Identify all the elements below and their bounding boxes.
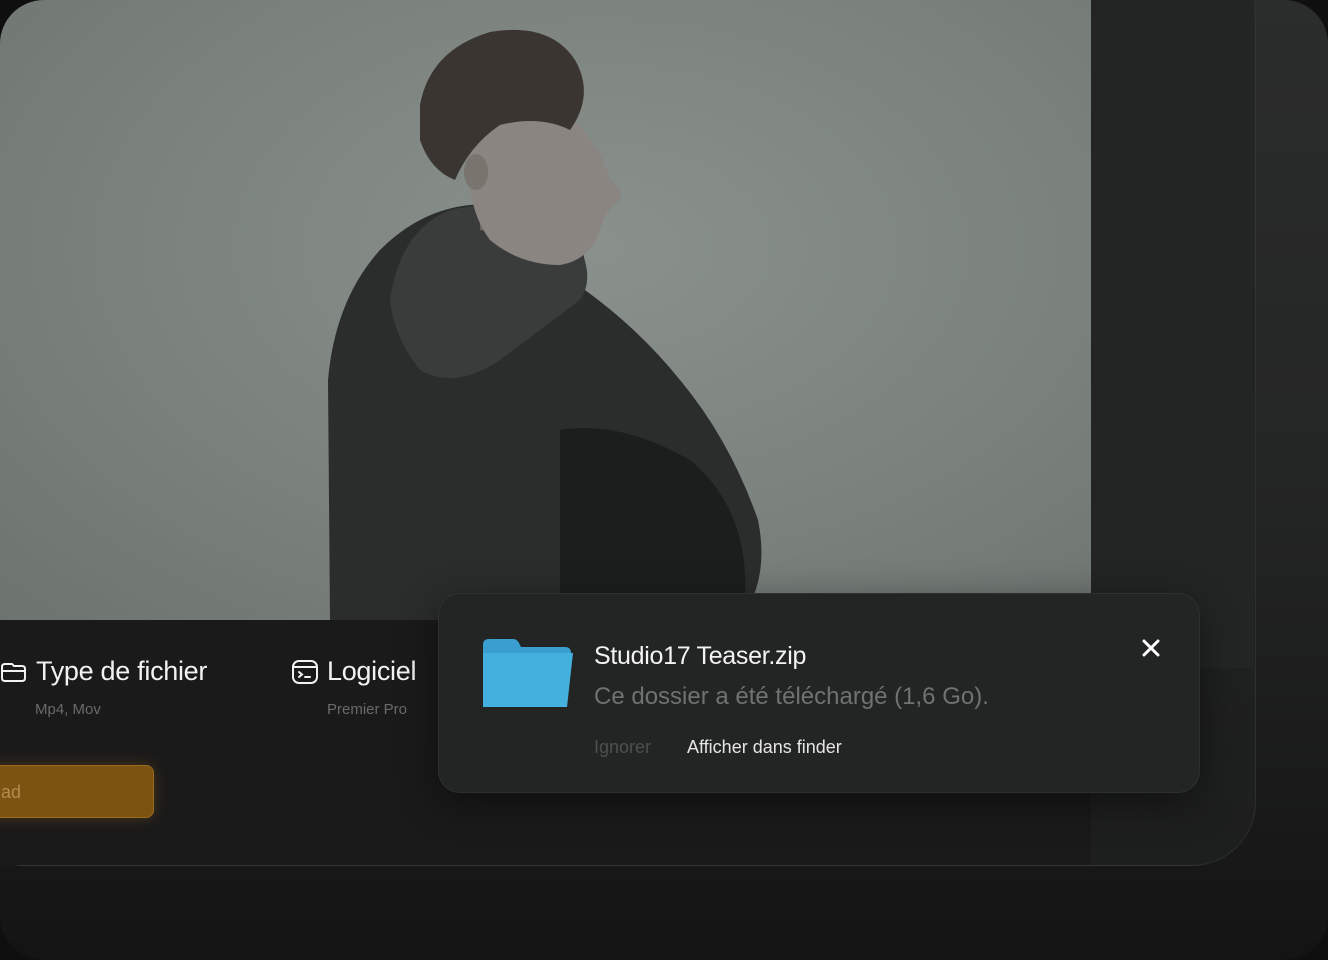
file-stack-icon: [0, 658, 28, 686]
folder-icon: [483, 639, 573, 707]
file-type-block: Type de fichier Mp4, Mov: [0, 656, 207, 718]
file-type-title: Type de fichier: [36, 656, 208, 686]
show-in-finder-button[interactable]: Afficher dans finder: [687, 737, 842, 758]
notification-title: Studio17 Teaser.zip: [594, 642, 807, 670]
download-notification: Studio17 Teaser.zip Ce dossier a été tél…: [438, 593, 1200, 793]
video-preview[interactable]: [0, 0, 1091, 620]
ignore-button[interactable]: Ignorer: [594, 737, 651, 758]
software-block: Logiciel Premier Pro: [291, 656, 416, 718]
person-silhouette-image: [328, 29, 762, 620]
side-strip: [1090, 0, 1254, 668]
software-subtitle: Premier Pro: [327, 701, 408, 718]
terminal-window-icon: [291, 658, 319, 686]
app-frame: Type de fichier Mp4, Mov Logiciel Premie…: [0, 0, 1328, 960]
download-button[interactable]: ad: [0, 765, 154, 818]
notification-description: Ce dossier a été téléchargé (1,6 Go).: [594, 683, 989, 710]
file-type-subtitle: Mp4, Mov: [35, 701, 101, 718]
software-title: Logiciel: [327, 656, 417, 686]
close-icon[interactable]: [1139, 636, 1163, 660]
